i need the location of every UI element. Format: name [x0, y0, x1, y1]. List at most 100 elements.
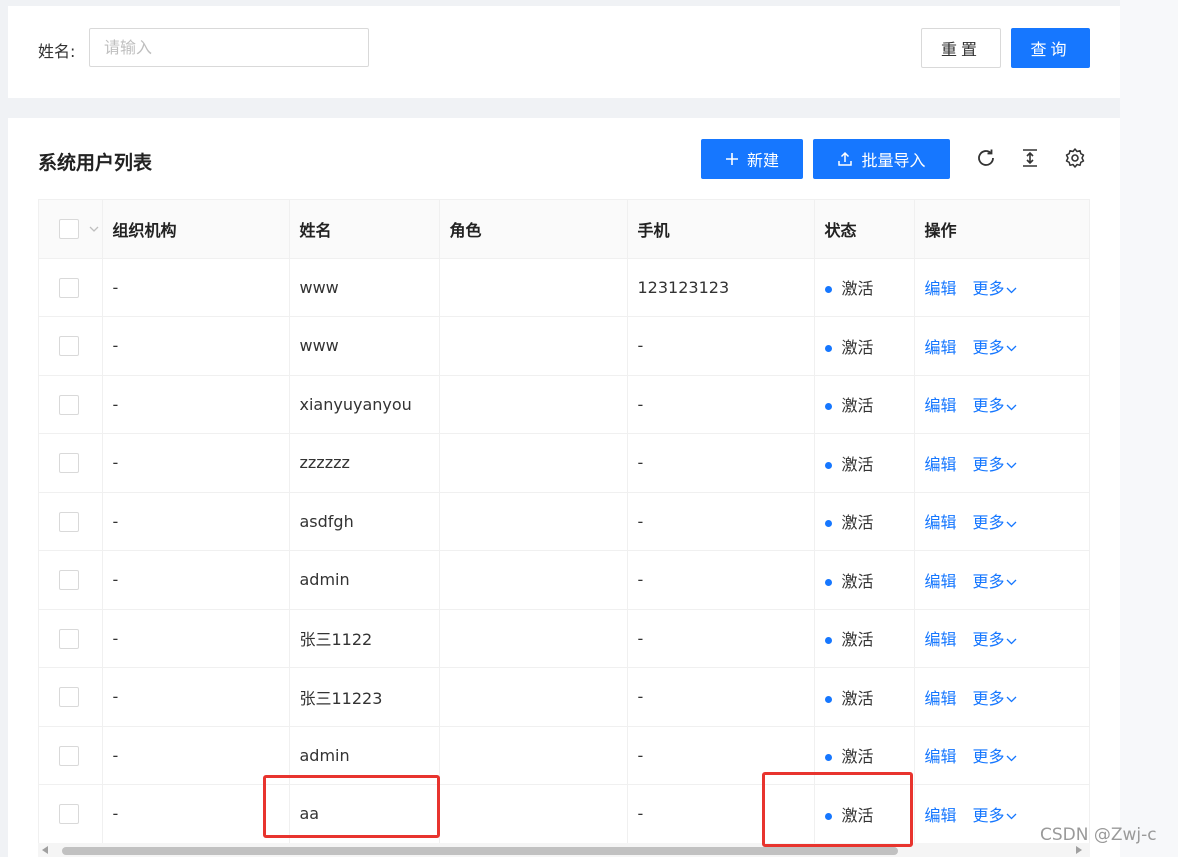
more-link[interactable]: 更多 — [973, 513, 1017, 532]
user-list-card: 系统用户列表 新建 批量导入 组织机构 姓名 角色 手机 状态 操作 - www… — [8, 118, 1120, 857]
status-dot-icon — [824, 461, 832, 469]
edit-link[interactable]: 编辑 — [925, 513, 957, 532]
new-button[interactable]: 新建 — [701, 139, 803, 179]
name-label: 姓名: — [38, 42, 76, 61]
cell-phone: - — [627, 433, 815, 493]
more-link[interactable]: 更多 — [973, 747, 1017, 766]
new-button-label: 新建 — [746, 151, 779, 170]
edit-link[interactable]: 编辑 — [925, 689, 957, 708]
row-checkbox[interactable] — [59, 394, 79, 415]
status-text: 激活 — [841, 454, 874, 474]
cell-phone: - — [627, 492, 815, 551]
horizontal-scrollbar[interactable] — [38, 843, 1090, 857]
more-link[interactable]: 更多 — [973, 338, 1017, 357]
reset-button[interactable]: 重置 — [921, 28, 1001, 68]
edit-link[interactable]: 编辑 — [925, 279, 957, 298]
row-checkbox[interactable] — [59, 277, 79, 298]
reload-icon[interactable] — [975, 147, 997, 169]
cell-name: www — [289, 258, 440, 317]
cell-org: - — [102, 667, 290, 727]
edit-link[interactable]: 编辑 — [925, 806, 957, 825]
row-select-cell[interactable] — [39, 433, 103, 493]
table-row: - www 123123123 激活 编辑 更多 — [39, 258, 1089, 317]
select-all-checkbox[interactable] — [59, 219, 79, 239]
edit-link[interactable]: 编辑 — [925, 572, 957, 591]
row-select-cell[interactable] — [39, 667, 103, 727]
scrollbar-thumb[interactable] — [62, 847, 898, 855]
edit-link[interactable]: 编辑 — [925, 747, 957, 766]
row-select-cell[interactable] — [39, 784, 103, 843]
table-row: - asdfgh - 激活 编辑 更多 — [39, 492, 1089, 551]
row-checkbox[interactable] — [59, 687, 79, 707]
row-select-cell[interactable] — [39, 316, 103, 376]
row-checkbox[interactable] — [59, 745, 79, 766]
chevron-down-icon — [1006, 287, 1016, 294]
cell-org: - — [102, 433, 290, 493]
more-link-label: 更多 — [972, 747, 1005, 767]
scroll-right-arrow-icon[interactable] — [1076, 846, 1082, 854]
cell-actions: 编辑 更多 — [914, 433, 1089, 493]
chevron-down-icon[interactable] — [89, 224, 99, 234]
name-search-input[interactable] — [89, 28, 369, 67]
table-row: - 张三11223 - 激活 编辑 更多 — [39, 667, 1089, 727]
cell-org: - — [102, 258, 290, 317]
select-all-cell[interactable] — [39, 200, 103, 259]
column-height-icon[interactable] — [1019, 147, 1041, 169]
cell-status: 激活 — [814, 433, 915, 493]
more-link[interactable]: 更多 — [973, 455, 1017, 474]
cell-actions: 编辑 更多 — [914, 375, 1089, 434]
scroll-left-arrow-icon[interactable] — [42, 846, 48, 854]
row-select-cell[interactable] — [39, 550, 103, 610]
edit-link[interactable]: 编辑 — [925, 396, 957, 415]
cell-actions: 编辑 更多 — [914, 667, 1089, 727]
row-select-cell[interactable] — [39, 609, 103, 668]
row-checkbox[interactable] — [59, 804, 79, 824]
chevron-down-icon — [1006, 521, 1016, 528]
row-select-cell[interactable] — [39, 726, 103, 785]
cell-status: 激活 — [814, 316, 915, 376]
cell-role — [439, 316, 628, 376]
row-checkbox[interactable] — [59, 336, 79, 356]
cell-name: xianyuyanyou — [289, 375, 440, 434]
more-link[interactable]: 更多 — [973, 689, 1017, 708]
more-link-label: 更多 — [972, 396, 1005, 416]
cell-name: www — [289, 316, 440, 376]
edit-link[interactable]: 编辑 — [925, 338, 957, 357]
more-link-label: 更多 — [972, 279, 1005, 299]
query-button[interactable]: 查询 — [1011, 28, 1090, 68]
row-select-cell[interactable] — [39, 375, 103, 434]
edit-link[interactable]: 编辑 — [925, 630, 957, 649]
row-checkbox[interactable] — [59, 570, 79, 590]
edit-link[interactable]: 编辑 — [925, 455, 957, 474]
cell-org: - — [102, 375, 290, 434]
more-link[interactable]: 更多 — [973, 572, 1017, 591]
cell-role — [439, 667, 628, 727]
cell-name: 张三1122 — [289, 609, 440, 668]
cell-actions: 编辑 更多 — [914, 258, 1089, 317]
row-checkbox[interactable] — [59, 628, 79, 649]
setting-icon[interactable] — [1064, 147, 1086, 169]
table-row: - xianyuyanyou - 激活 编辑 更多 — [39, 375, 1089, 434]
row-select-cell[interactable] — [39, 258, 103, 317]
more-link[interactable]: 更多 — [973, 630, 1017, 649]
chevron-down-icon — [1006, 345, 1016, 352]
table-header-row: 组织机构 姓名 角色 手机 状态 操作 — [39, 200, 1089, 259]
table-row: - zzzzzz - 激活 编辑 更多 — [39, 433, 1089, 493]
right-gutter — [1120, 0, 1178, 857]
cell-org: - — [102, 784, 290, 843]
row-checkbox[interactable] — [59, 511, 79, 532]
cell-status: 激活 — [814, 784, 915, 843]
cell-role — [439, 550, 628, 610]
chevron-down-icon — [1006, 813, 1016, 820]
row-select-cell[interactable] — [39, 492, 103, 551]
row-checkbox[interactable] — [59, 453, 79, 473]
cell-status: 激活 — [814, 375, 915, 434]
cell-org: - — [102, 316, 290, 376]
batch-import-button[interactable]: 批量导入 — [813, 139, 950, 179]
more-link[interactable]: 更多 — [973, 806, 1017, 825]
more-link[interactable]: 更多 — [973, 396, 1017, 415]
cell-name: aa — [289, 784, 440, 843]
cell-status: 激活 — [814, 726, 915, 785]
more-link[interactable]: 更多 — [973, 279, 1017, 298]
table-row: - admin - 激活 编辑 更多 — [39, 550, 1089, 610]
